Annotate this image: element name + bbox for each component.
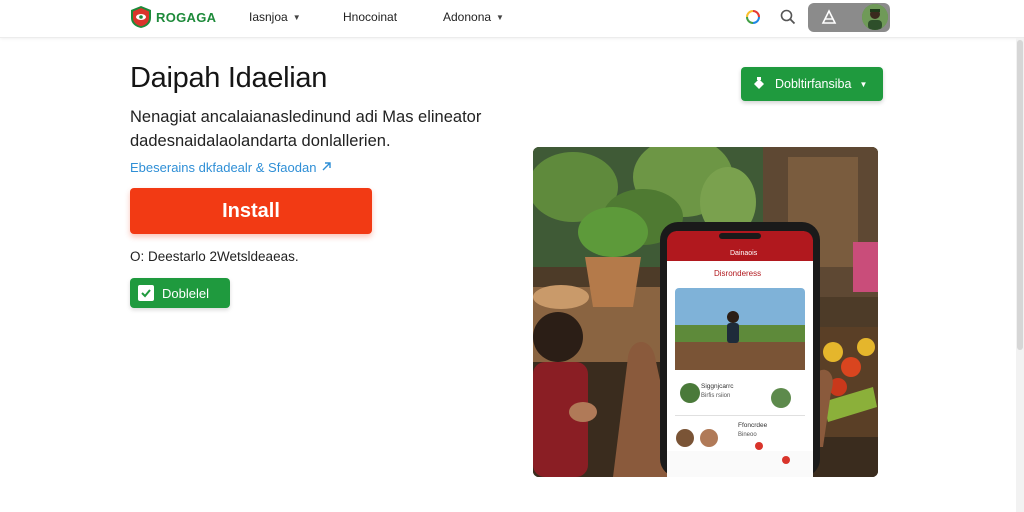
page-title: Daipah Idaelian [130, 62, 328, 94]
chevron-down-icon: ▼ [496, 12, 504, 22]
description: Nenagiat ancalaianasledinund adi Mas eli… [130, 108, 482, 150]
nav-item-2[interactable]: Hnocoinat [343, 10, 397, 24]
phone-row2-title: Ffoncrdee [738, 422, 768, 429]
hero-image: Dainaois Disronderess Siggnjcarrc Birfis… [533, 147, 878, 477]
avatar[interactable] [862, 4, 888, 30]
logo-text: ROGAGA [156, 9, 217, 25]
phone-row2-sub: Bineoo [738, 432, 757, 438]
user-icon [820, 8, 838, 26]
phone-status-label: Dainaois [730, 250, 758, 257]
search-icon[interactable] [779, 8, 797, 26]
checkbox-icon [138, 285, 154, 301]
nav-item-label: Iasnjoa [249, 10, 288, 24]
phone-row-title: Siggnjcarrc [701, 383, 734, 390]
download-label: Dobltirfansiba [775, 77, 852, 91]
info-link[interactable]: Ebeserains dkfadealr & Sfaodan [130, 160, 332, 175]
chevron-down-icon: ▼ [292, 12, 301, 22]
info-link-text: Ebeserains dkfadealr & Sfaodan [130, 160, 317, 175]
install-note: O: Deestarlo 2Wetsldeaeas. [130, 249, 299, 264]
shield-logo-icon [130, 5, 152, 29]
link-icon [321, 160, 332, 175]
top-navigation-bar: ROGAGA Iasnjoa ▼ Hnocoinat Adonona ▼ [0, 0, 1024, 38]
nav-item-1[interactable]: Iasnjoa ▼ [249, 10, 301, 24]
chevron-down-icon: ▼ [859, 79, 868, 89]
sync-icon[interactable] [744, 8, 762, 26]
nav-item-label: Adonona [443, 10, 492, 24]
install-button[interactable]: Install [130, 188, 372, 234]
checkbox-label: Doblelel [162, 285, 209, 301]
nav-item-label: Hnocoinat [343, 10, 398, 24]
nav-item-3[interactable]: Adonona ▼ [443, 10, 504, 24]
phone-title: Disronderess [714, 269, 762, 278]
agree-checkbox-button[interactable]: Doblelel [130, 278, 230, 308]
download-icon [751, 75, 767, 94]
download-button[interactable]: Dobltirfansiba ▼ [741, 67, 883, 101]
phone-row-sub: Birfis rsiion [701, 393, 731, 399]
scrollbar-thumb[interactable] [1017, 40, 1023, 350]
logo[interactable]: ROGAGA [130, 5, 216, 29]
